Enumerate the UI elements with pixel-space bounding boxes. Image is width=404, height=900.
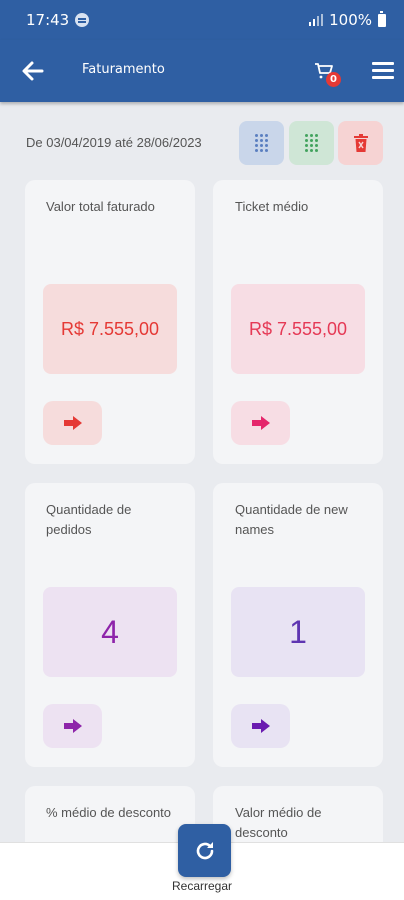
grid-filter-button[interactable] [289, 121, 334, 165]
details-button[interactable] [231, 704, 290, 748]
card-label: Valor total faturado [46, 199, 155, 214]
arrow-left-icon [22, 61, 44, 81]
details-button[interactable] [231, 401, 290, 445]
details-button[interactable] [43, 704, 102, 748]
grid-icon [255, 134, 268, 152]
clear-filter-button[interactable] [338, 121, 383, 165]
card-order-count: Quantidade de pedidos 4 [25, 483, 195, 767]
message-notification-icon [75, 13, 90, 27]
card-total-billed: Valor total faturado R$ 7.555,00 [25, 180, 195, 464]
card-new-names-count: Quantidade de new names 1 [213, 483, 383, 767]
card-label: Ticket médio [235, 199, 309, 214]
refresh-icon [196, 841, 213, 859]
grid-view-button[interactable] [239, 121, 284, 165]
cart-count-badge: 0 [326, 72, 341, 87]
reload-button[interactable] [178, 824, 231, 877]
card-label: % médio de desconto [46, 805, 172, 820]
card-value: R$ 7.555,00 [60, 318, 160, 339]
battery-icon [378, 10, 386, 27]
menu-icon-bar [372, 62, 394, 65]
trash-icon [353, 134, 368, 152]
status-bar: 17:43 100% [0, 0, 404, 40]
status-time: 17:43 [26, 11, 70, 29]
value-box: 4 [43, 587, 177, 677]
battery-percent: 100% [329, 11, 372, 29]
page-title: Faturamento [82, 62, 165, 77]
filter-row: De 03/04/2019 até 28/06/2023 [0, 118, 404, 168]
value-box: R$ 7.555,00 [231, 284, 365, 374]
menu-icon-bar [372, 76, 394, 79]
card-value: 4 [101, 613, 119, 650]
menu-icon-bar [372, 69, 394, 72]
grid-icon [305, 134, 318, 152]
card-value: R$ 7.555,00 [248, 318, 348, 339]
card-average-ticket: Ticket médio R$ 7.555,00 [213, 180, 383, 464]
menu-button[interactable] [372, 62, 394, 80]
card-label: Quantidade de new names [235, 502, 348, 537]
value-box: 1 [231, 587, 365, 677]
signal-icon [309, 14, 324, 26]
back-button[interactable] [20, 59, 46, 83]
arrow-right-icon [63, 416, 82, 430]
card-label: Quantidade de pedidos [46, 502, 132, 537]
app-bar: Faturamento 0 [0, 40, 404, 102]
arrow-right-icon [63, 719, 82, 733]
cart-button[interactable]: 0 [314, 62, 341, 88]
card-value: 1 [289, 613, 307, 650]
card-label: Valor médio de desconto [235, 805, 322, 840]
status-right: 100% [309, 10, 386, 29]
value-box: R$ 7.555,00 [43, 284, 177, 374]
details-button[interactable] [43, 401, 102, 445]
date-range-text[interactable]: De 03/04/2019 até 28/06/2023 [26, 135, 202, 150]
arrow-right-icon [251, 719, 270, 733]
arrow-right-icon [251, 416, 270, 430]
reload-label: Recarregar [171, 879, 233, 893]
